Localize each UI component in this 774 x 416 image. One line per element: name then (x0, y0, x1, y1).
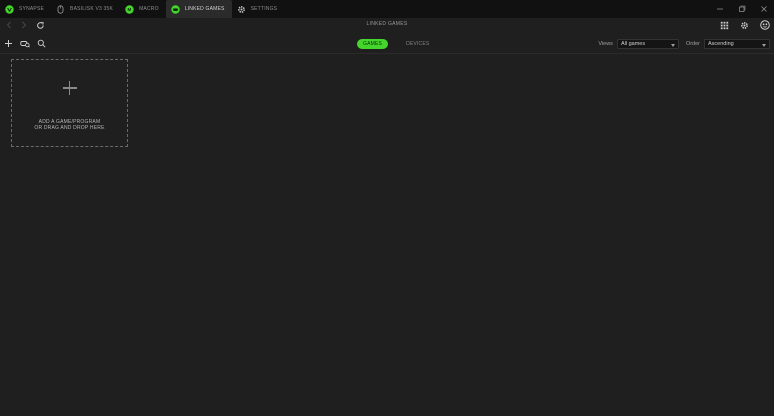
tab-linked-games[interactable]: LINKED GAMES (165, 0, 232, 18)
toolbar: GAMES DEVICES Views All games Order Asce… (0, 34, 774, 54)
devices-tab-button[interactable]: DEVICES (400, 39, 435, 49)
view-toggle: GAMES DEVICES (357, 39, 435, 49)
tab-label: SETTINGS (250, 6, 278, 12)
scan-games-icon[interactable] (20, 39, 30, 50)
order-dropdown[interactable]: Ascending (704, 39, 770, 49)
razer-logo-icon (5, 4, 14, 14)
chevron-down-icon (670, 43, 675, 49)
plus-icon (62, 81, 77, 95)
mouse-icon (56, 4, 65, 14)
games-tab-button[interactable]: GAMES (357, 39, 389, 49)
svg-text:M: M (128, 7, 132, 12)
tab-synapse[interactable]: SYNAPSE (0, 0, 51, 18)
chevron-down-icon (762, 43, 766, 49)
tab-basilisk[interactable]: BASILISK V3 35K (51, 0, 120, 18)
tab-label: BASILISK V3 35K (70, 6, 114, 12)
add-game-dropzone[interactable]: ADD A GAME/PROGRAM OR DRAG AND DROP HERE (11, 59, 128, 147)
add-game-instructions: ADD A GAME/PROGRAM OR DRAG AND DROP HERE (34, 119, 104, 131)
page-title: LINKED GAMES (366, 21, 408, 27)
window-controls (714, 0, 770, 18)
macro-icon: M (125, 4, 134, 14)
add-game-line-2: OR DRAG AND DROP HERE (34, 125, 105, 131)
order-selected-value: Ascending (708, 41, 734, 47)
views-label: Views (598, 41, 613, 47)
gamepad-icon (170, 4, 180, 14)
games-content-area: ADD A GAME/PROGRAM OR DRAG AND DROP HERE (0, 55, 774, 416)
tab-macro[interactable]: M MACRO (120, 0, 166, 18)
search-icon[interactable] (37, 39, 46, 50)
maximize-icon[interactable] (736, 3, 748, 15)
tab-label: MACRO (139, 6, 159, 12)
add-icon[interactable] (4, 39, 13, 50)
navigation-bar: LINKED GAMES (0, 18, 774, 34)
tab-label: SYNAPSE (19, 6, 45, 12)
minimize-icon[interactable] (714, 3, 726, 15)
order-label: Order (685, 41, 700, 47)
user-profile-icon[interactable] (760, 20, 770, 32)
tab-label: LINKED GAMES (184, 6, 225, 12)
settings-gear-icon[interactable] (740, 21, 749, 32)
views-selected-value: All games (620, 41, 646, 47)
tab-settings[interactable]: SETTINGS (232, 0, 285, 18)
views-dropdown[interactable]: All games (616, 39, 679, 49)
title-bar: SYNAPSE BASILISK V3 35K M MACRO LINKED G… (0, 0, 774, 18)
apps-grid-icon[interactable] (720, 21, 729, 32)
close-icon[interactable] (758, 3, 770, 15)
gear-icon (237, 5, 246, 14)
